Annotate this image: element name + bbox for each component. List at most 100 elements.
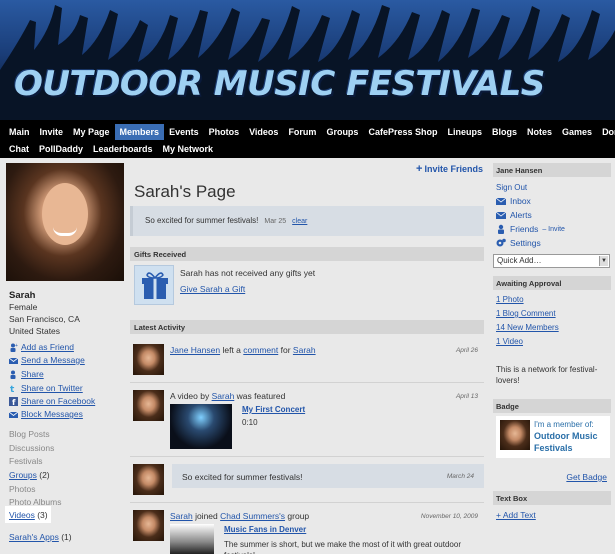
nav-item-photos[interactable]: Photos [204,124,245,140]
videos-link[interactable]: Videos (3) [9,510,48,520]
videos-label[interactable]: Videos [9,510,35,520]
photos-link[interactable]: Photos [9,484,35,494]
awaiting-blog-comment-link[interactable]: 1 Blog Comment [496,309,556,318]
nav-item-lineups[interactable]: Lineups [442,124,487,140]
invite-friends-label[interactable]: Invite Friends [424,164,483,174]
nav-row-1: Main Invite My Page Members Events Photos Vide… [4,124,615,140]
get-badge-link[interactable]: Get Badge [566,472,607,482]
alerts-link[interactable]: Alerts [495,210,532,220]
nav-item-events[interactable]: Events [164,124,204,140]
blog-posts-link[interactable]: Blog Posts [9,429,50,439]
member-badge[interactable]: I'm a member of: Outdoor Music Festivals [496,416,610,458]
nav-item-polldaddy[interactable]: PollDaddy [34,141,88,157]
twitter-icon: t [9,384,18,395]
activity-status-box: So excited for summer festivals! March 2… [172,464,484,488]
block-messages-action[interactable]: Block Messages [8,409,83,419]
share-facebook-action[interactable]: f Share on Facebook [9,396,95,407]
nav-item-videos[interactable]: Videos [244,124,283,140]
quick-add-select[interactable]: Quick Add… ▼ [493,254,610,268]
video-duration: 0:10 [242,418,258,427]
activity-text: for [280,345,291,355]
invite-friends-link[interactable]: + Invite Friends [416,163,483,175]
nav-item-my-network[interactable]: My Network [158,141,219,157]
share-twitter-label[interactable]: Share on Twitter [21,383,83,393]
group-title-link[interactable]: Music Fans in Denver [224,525,306,534]
nav-item-members[interactable]: Members [114,124,165,140]
activity-status-text: So excited for summer festivals! [182,472,303,482]
status-date: Mar 25 [264,218,287,225]
awaiting-members-link[interactable]: 14 New Members [496,323,559,332]
nav-item-notes[interactable]: Notes [522,124,557,140]
inbox-link[interactable]: Inbox [495,196,531,206]
comment-link[interactable]: comment [243,345,278,355]
videos-count: (3) [37,510,48,520]
nav-item-leaderboards[interactable]: Leaderboards [88,141,158,157]
discussions-link[interactable]: Discussions [9,443,54,453]
avatar[interactable] [133,464,164,495]
video-thumbnail[interactable] [170,404,232,449]
avatar[interactable] [133,510,164,541]
share-action[interactable]: Share [9,369,44,379]
avatar[interactable] [133,344,164,375]
nav-item-donate[interactable]: Donate [597,124,615,140]
video-title-link[interactable]: My First Concert [242,405,305,414]
activity-target-link[interactable]: Sarah [293,345,316,355]
avatar[interactable] [133,390,164,421]
nav-item-main[interactable]: Main [4,124,35,140]
share-label[interactable]: Share [21,369,44,379]
add-friend-label[interactable]: Add as Friend [21,342,74,352]
activity-date: March 24 [446,473,474,480]
add-friend-icon: + [9,343,18,352]
awaiting-photo-link[interactable]: 1 Photo [496,295,524,304]
nav-item-invite[interactable]: Invite [35,124,69,140]
alerts-label[interactable]: Alerts [510,210,532,220]
add-friend-action[interactable]: + Add as Friend [9,342,74,352]
festivals-link[interactable]: Festivals [9,456,43,466]
groups-link[interactable]: Groups (2) [9,470,50,480]
inbox-label[interactable]: Inbox [510,196,531,206]
settings-label[interactable]: Settings [510,238,541,248]
add-text-link[interactable]: + Add Text [496,510,536,520]
sign-out-link[interactable]: Sign Out [496,183,527,192]
share-twitter-action[interactable]: t Share on Twitter [9,383,83,395]
share-facebook-label[interactable]: Share on Facebook [21,396,95,406]
activity-actor-link[interactable]: Sarah [170,511,193,521]
nav-item-games[interactable]: Games [557,124,597,140]
badge-header: Badge [493,399,611,413]
awaiting-video-link[interactable]: 1 Video [496,337,523,346]
clear-status-link[interactable]: clear [292,218,307,225]
profile-gender: Female [9,302,38,312]
user-name-header: Jane Hansen [493,163,611,177]
invite-friends-sidebar-link[interactable]: – Invite [542,226,565,233]
friends-label[interactable]: Friends [510,224,538,234]
divider [130,502,484,503]
group-owner-link[interactable]: Chad Summers's [220,511,285,521]
profile-name: Sarah [9,290,36,301]
friends-link[interactable]: Friends – Invite [496,224,565,234]
send-message-action[interactable]: Send a Message [8,355,85,365]
nav-item-groups[interactable]: Groups [321,124,363,140]
latest-activity-header: Latest Activity [130,320,484,334]
apps-label[interactable]: Sarah's Apps [9,532,59,542]
page-title: Sarah's Page [134,182,236,201]
block-messages-label[interactable]: Block Messages [21,409,83,419]
nav-item-blogs[interactable]: Blogs [487,124,522,140]
groups-label[interactable]: Groups [9,470,37,480]
apps-link[interactable]: Sarah's Apps (1) [9,532,72,542]
give-gift-link[interactable]: Give Sarah a Gift [180,284,245,294]
activity-text: group [287,511,310,521]
network-description: This is a network for festival-lovers! [496,365,598,385]
settings-link[interactable]: Settings [496,238,541,248]
activity-date: November 10, 2009 [420,513,478,520]
badge-line-1: I'm a member of: [534,420,594,429]
nav-item-my-page[interactable]: My Page [68,124,115,140]
activity-actor-link[interactable]: Jane Hansen [170,345,220,355]
nav-item-forum[interactable]: Forum [283,124,321,140]
site-title[interactable]: OUTDOOR MUSIC FESTIVALS [14,64,545,104]
nav-item-cafepress-shop[interactable]: CafePress Shop [363,124,442,140]
profile-photo[interactable] [6,163,124,281]
send-message-label[interactable]: Send a Message [21,355,85,365]
activity-actor-link[interactable]: Sarah [212,391,235,401]
group-thumbnail[interactable] [170,524,214,554]
nav-item-chat[interactable]: Chat [4,141,34,157]
